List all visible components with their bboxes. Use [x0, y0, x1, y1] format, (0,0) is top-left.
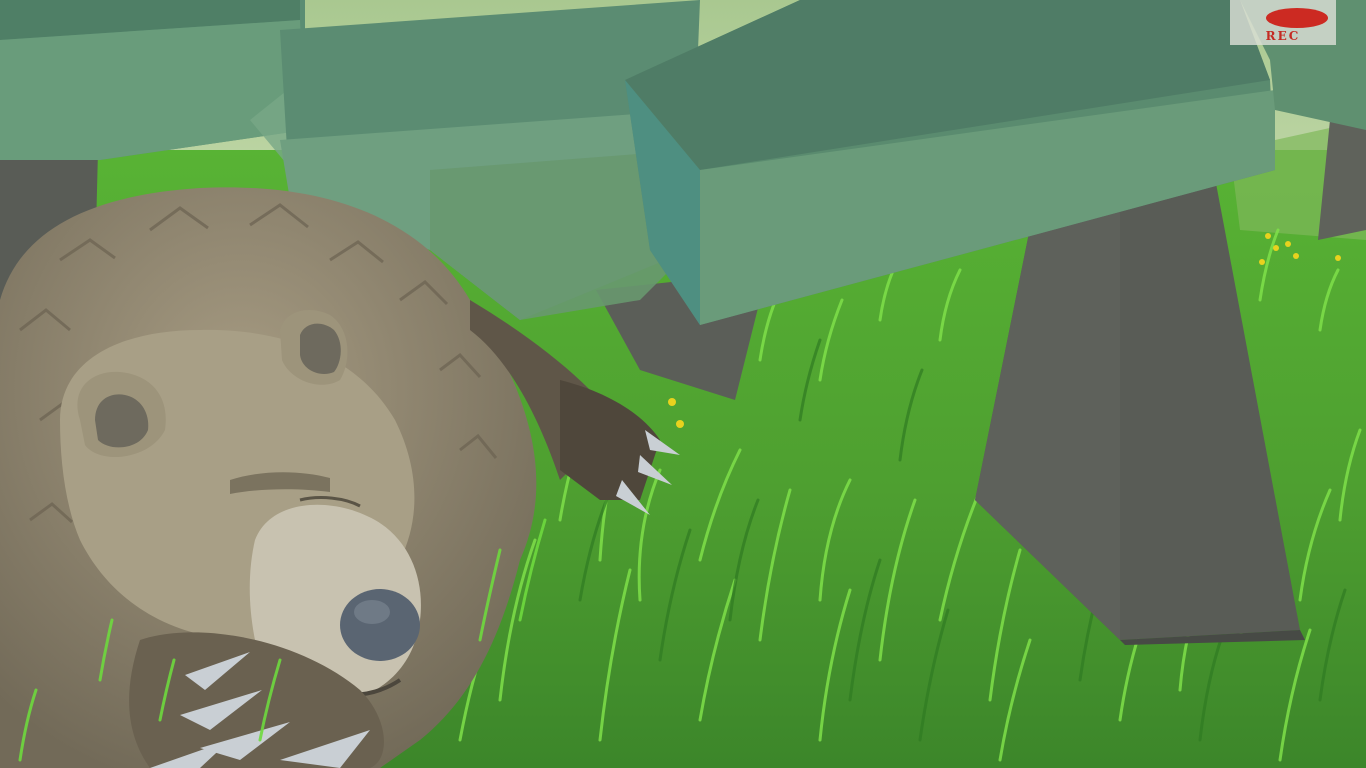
record-dot-icon [1266, 8, 1328, 28]
forest-scene [0, 0, 1366, 768]
record-indicator[interactable]: REC [1230, 0, 1336, 45]
record-label: REC [1265, 29, 1301, 43]
bear-nose [340, 589, 420, 661]
game-viewport[interactable] [0, 0, 1366, 768]
